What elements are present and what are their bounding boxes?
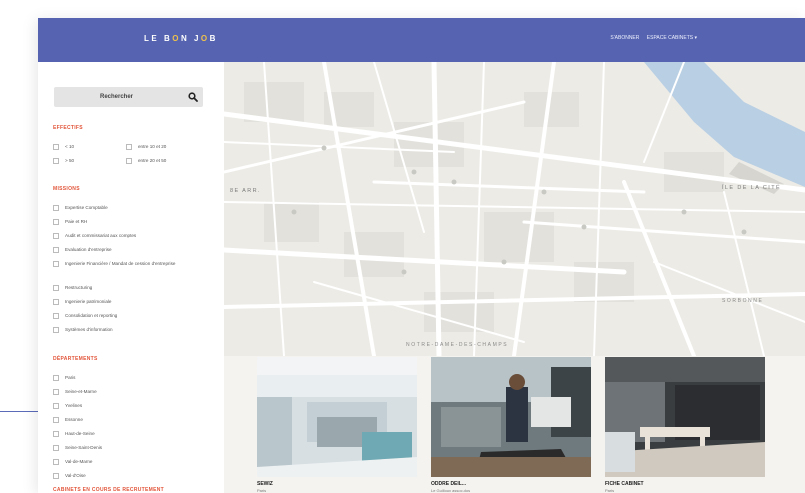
site-logo[interactable]: LE BON JOB: [144, 34, 218, 43]
checkbox[interactable]: [53, 403, 59, 409]
filter-option[interactable]: Seine-Saint-Denis: [53, 445, 102, 451]
checkbox[interactable]: [53, 158, 59, 164]
checkbox[interactable]: [53, 431, 59, 437]
map-district-label: 8E ARR.: [230, 188, 261, 194]
filter-option[interactable]: Expertise Comptable: [53, 205, 213, 211]
cabinet-photo[interactable]: [431, 357, 591, 477]
checkbox[interactable]: [53, 205, 59, 211]
map-roads: [224, 62, 805, 356]
checkbox[interactable]: [53, 389, 59, 395]
filter-option[interactable]: Ingenierie patrimoniale: [53, 299, 213, 305]
map-view[interactable]: 8E ARR. ÎLE DE LA CITÉ SORBONNE NOTRE-DA…: [224, 62, 805, 356]
checkbox[interactable]: [53, 299, 59, 305]
checkbox[interactable]: [53, 233, 59, 239]
filter-option[interactable]: entre 10 et 20: [126, 144, 166, 150]
filter-option[interactable]: Yvelines: [53, 403, 82, 409]
search-button[interactable]: Rechercher: [54, 87, 179, 107]
filter-option[interactable]: Consolidation et reporting: [53, 313, 213, 319]
card-subtitle: Paris: [257, 488, 267, 493]
checkbox[interactable]: [53, 327, 59, 333]
filter-option[interactable]: Ingenierie Financière / Mandat de cessio…: [53, 261, 201, 267]
top-nav: S'ABONNER ESPACE CABINETS ▾: [604, 35, 697, 41]
section-title-recruiting: CABINETS EN COURS DE RECRUTEMENT: [53, 487, 164, 493]
checkbox[interactable]: [53, 219, 59, 225]
checkbox[interactable]: [53, 459, 59, 465]
filter-option[interactable]: < 10: [53, 144, 74, 150]
checkbox[interactable]: [126, 158, 132, 164]
filter-option[interactable]: Paris: [53, 375, 75, 381]
decorative-line: [0, 411, 40, 412]
filter-option[interactable]: Seine-et-Marne: [53, 389, 97, 395]
cabinet-photo[interactable]: [257, 357, 417, 477]
section-title-departements: DÉPARTEMENTS: [53, 356, 98, 362]
section-title-missions: MISSIONS: [53, 186, 80, 192]
checkbox[interactable]: [53, 417, 59, 423]
checkbox[interactable]: [53, 261, 59, 267]
map-district-label: ÎLE DE LA CITÉ: [722, 185, 782, 191]
checkbox[interactable]: [126, 144, 132, 150]
cabinet-photo[interactable]: [605, 357, 765, 477]
checkbox[interactable]: [53, 313, 59, 319]
checkbox[interactable]: [53, 285, 59, 291]
search-icon[interactable]: [188, 92, 198, 102]
filter-option[interactable]: Audit et commissariat aux comptes: [53, 233, 213, 239]
checkbox[interactable]: [53, 445, 59, 451]
top-header: LE BON JOB S'ABONNER ESPACE CABINETS ▾: [38, 18, 805, 62]
card-subtitle: Le Guilloux assoc.dos: [431, 488, 471, 493]
search-bar: Rechercher: [54, 87, 203, 107]
filter-sidebar: Rechercher EFFECTIFS < 10 entre 10 et 20…: [38, 62, 224, 493]
filter-option[interactable]: > 50: [53, 158, 74, 164]
filter-option[interactable]: Evaluation d'entreprise: [53, 247, 213, 253]
filter-option[interactable]: Essonne: [53, 417, 83, 423]
map-district-label: NOTRE-DAME-DES-CHAMPS: [406, 342, 509, 348]
checkbox[interactable]: [53, 375, 59, 381]
filter-option[interactable]: Val-d'Oise: [53, 473, 86, 479]
checkbox[interactable]: [53, 144, 59, 150]
filter-option[interactable]: Haut-de-Seine: [53, 431, 95, 437]
filter-option[interactable]: entre 20 et 50: [126, 158, 166, 164]
filter-option[interactable]: Paie et RH: [53, 219, 213, 225]
section-title-effectifs: EFFECTIFS: [53, 125, 83, 131]
filter-option[interactable]: Val-de-Marne: [53, 459, 93, 465]
nav-subscribe-link[interactable]: S'ABONNER: [610, 35, 639, 41]
card-title: FICHE CABINET: [605, 481, 644, 487]
app-frame: LE BON JOB S'ABONNER ESPACE CABINETS ▾ R…: [38, 18, 805, 493]
nav-cabinet-space-link[interactable]: ESPACE CABINETS ▾: [647, 35, 697, 41]
card-title: SEWIZ: [257, 481, 273, 487]
filter-option[interactable]: Restructuring: [53, 285, 213, 291]
checkbox[interactable]: [53, 473, 59, 479]
card-title: ODDRE DEIL...: [431, 481, 467, 487]
map-district-label: SORBONNE: [722, 298, 764, 304]
checkbox[interactable]: [53, 247, 59, 253]
card-subtitle: Paris: [605, 488, 615, 493]
filter-option[interactable]: Systèmes d'information: [53, 327, 213, 333]
